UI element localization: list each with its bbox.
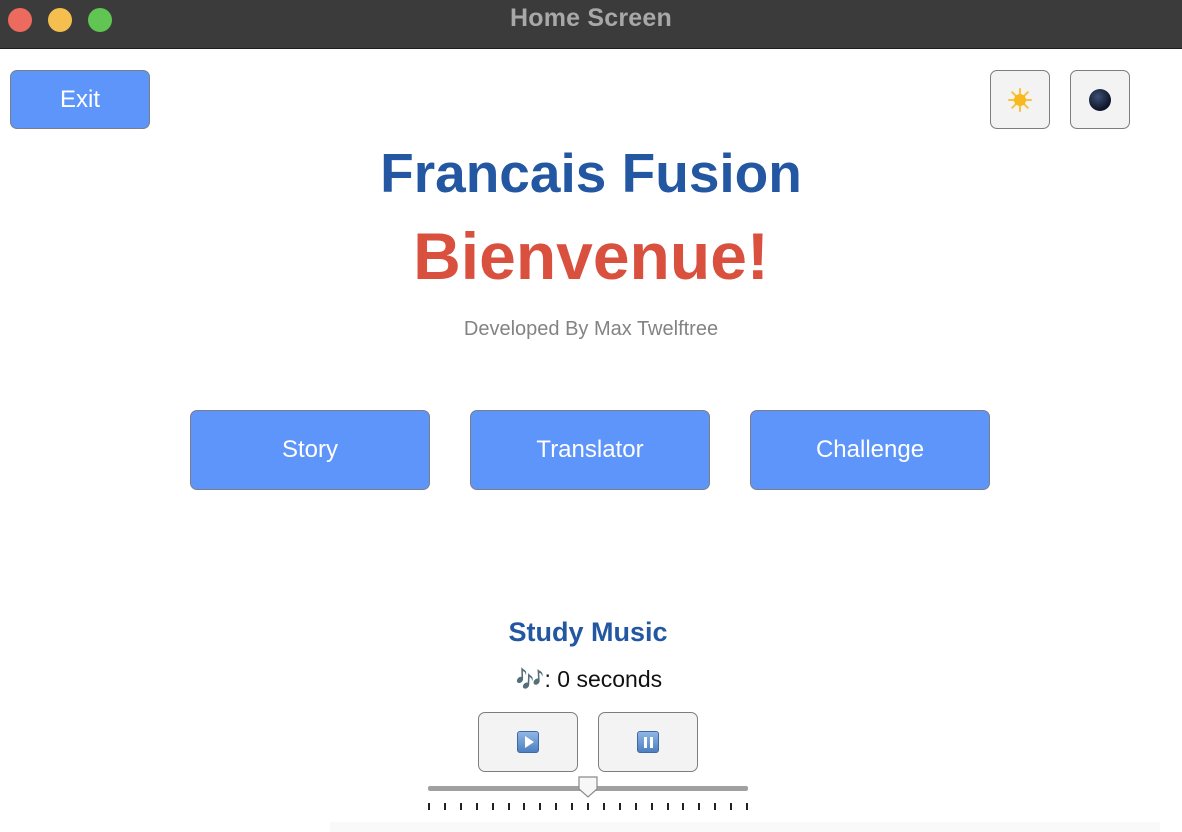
developer-credit: Developed By Max Twelftree — [463, 318, 719, 340]
slider-tick — [428, 803, 430, 810]
slider-tick — [555, 803, 557, 810]
slider-tick — [746, 803, 748, 810]
home-screen-window: Home Screen Exit Francais Fusion Bienven… — [0, 0, 1182, 832]
play-icon — [517, 731, 539, 753]
slider-tick — [619, 803, 621, 810]
pause-button[interactable] — [598, 712, 698, 772]
slider-ticks — [428, 803, 748, 811]
title-bar: Home Screen — [0, 0, 1182, 49]
dark-mode-button[interactable] — [1070, 70, 1130, 129]
slider-tick — [587, 803, 589, 810]
window-title: Home Screen — [510, 4, 672, 32]
play-button[interactable] — [478, 712, 578, 772]
bottom-edge — [330, 822, 1160, 832]
slider-tick — [523, 803, 525, 810]
slider-tick — [492, 803, 494, 810]
slider-tick — [444, 803, 446, 810]
story-button[interactable]: Story — [190, 410, 430, 490]
slider-tick — [635, 803, 637, 810]
slider-tick — [508, 803, 510, 810]
slider-tick — [571, 803, 573, 810]
slider-tick — [651, 803, 653, 810]
volume-slider[interactable] — [428, 776, 748, 816]
challenge-button-label: Challenge — [815, 436, 925, 463]
slider-tick — [476, 803, 478, 810]
music-timer: 🎶: 0 seconds — [515, 666, 663, 692]
exit-button-label: Exit — [59, 85, 100, 113]
slider-thumb[interactable] — [577, 776, 599, 798]
slider-tick — [714, 803, 716, 810]
translator-button-label: Translator — [536, 436, 644, 463]
slider-tick — [460, 803, 462, 810]
challenge-button[interactable]: Challenge — [750, 410, 990, 490]
translator-button[interactable]: Translator — [470, 410, 710, 490]
welcome-heading: Bienvenue! — [413, 219, 769, 293]
moon-icon — [1089, 88, 1111, 111]
study-music-heading: Study Music — [508, 617, 668, 647]
slider-tick — [698, 803, 700, 810]
slider-tick — [603, 803, 605, 810]
slider-tick — [730, 803, 732, 810]
slider-tick — [539, 803, 541, 810]
story-button-label: Story — [281, 436, 338, 463]
app-title: Francais Fusion — [380, 142, 802, 204]
light-mode-button[interactable] — [990, 70, 1050, 129]
slider-tick — [682, 803, 684, 810]
exit-button[interactable]: Exit — [10, 70, 150, 129]
slider-tick — [667, 803, 669, 810]
pause-icon — [637, 731, 659, 753]
sun-icon — [1008, 87, 1032, 112]
